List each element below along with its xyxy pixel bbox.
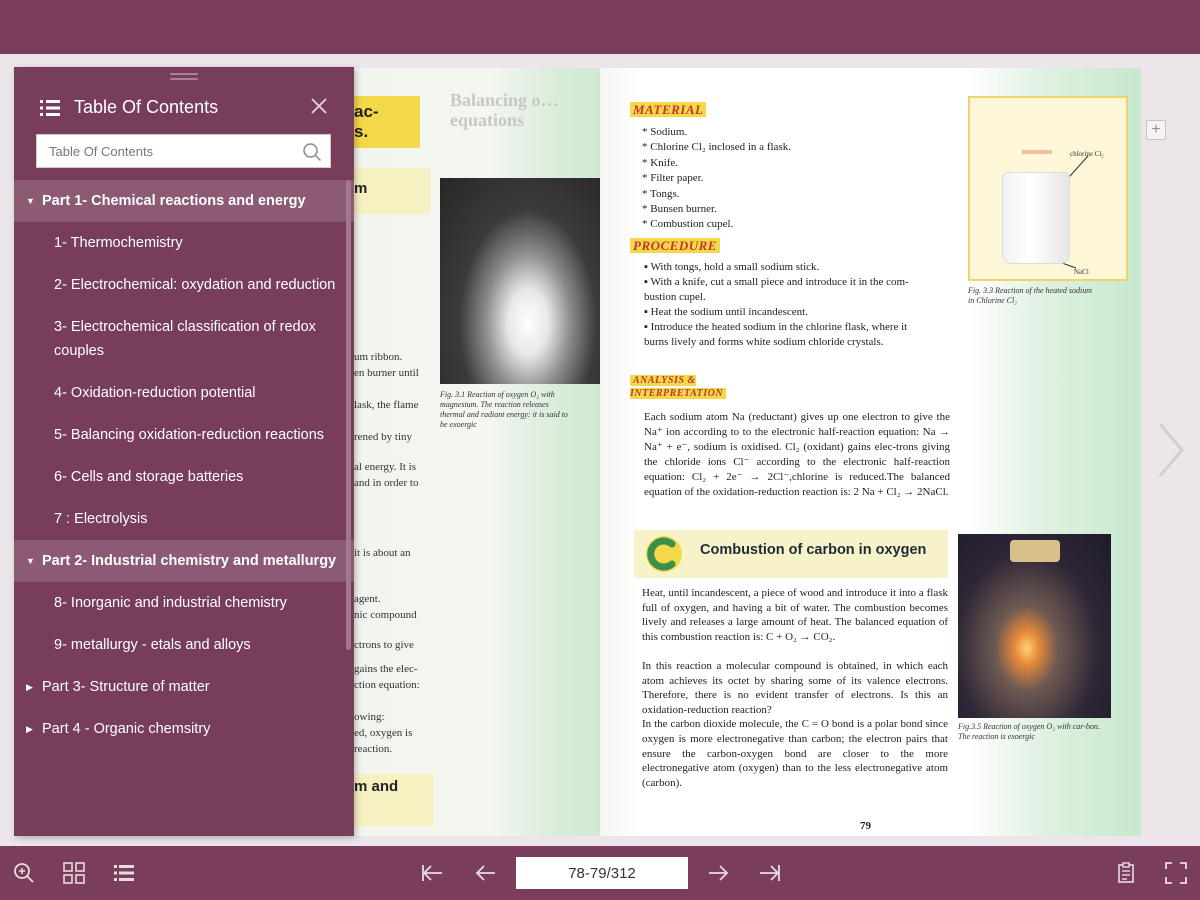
material-item: * Knife. xyxy=(642,156,679,169)
analysis-text: Each sodium atom Na (reductant) gives up… xyxy=(644,411,950,498)
text-fragment: and in order to xyxy=(354,477,419,489)
nacl-label: NaCl xyxy=(1074,268,1089,276)
page-heading-faded: Balancing o… equations xyxy=(450,90,559,130)
material-item: * Tongs. xyxy=(642,187,680,200)
search-icon[interactable] xyxy=(302,142,322,162)
toc-list: ▼ Part 1- Chemical reactions and energy 1-… xyxy=(14,180,354,830)
next-page-arrow-icon[interactable] xyxy=(1154,420,1188,480)
page-heading-fragment: ac- s. xyxy=(354,102,379,141)
toc-scrollbar[interactable] xyxy=(346,180,352,830)
text-fragment: en burner until xyxy=(354,367,419,379)
list-icon xyxy=(40,100,60,116)
next-page-icon[interactable] xyxy=(706,861,730,885)
first-page-icon[interactable] xyxy=(420,861,444,885)
thumbnails-grid-icon[interactable] xyxy=(62,861,86,885)
toc-search-input[interactable] xyxy=(37,135,287,167)
text-fragment: ction equation: xyxy=(354,679,420,691)
procedure-step: ▪ Heat the sodium until incandescent. xyxy=(644,306,808,318)
bottom-toolbar xyxy=(0,846,1200,900)
text-fragment: owing: xyxy=(354,711,385,723)
drag-handle[interactable] xyxy=(170,73,198,83)
page-indicator-input[interactable] xyxy=(516,857,688,889)
toc-part-label: Part 1- Chemical reactions and energy xyxy=(42,193,306,209)
toc-item[interactable]: 7 : Electrolysis xyxy=(14,498,354,540)
procedure-list: ▪ With tongs, hold a small sodium stick.… xyxy=(644,260,954,350)
combustion-text: Heat, until incandescent, a piece of woo… xyxy=(642,587,948,789)
section-c-icon xyxy=(646,536,682,572)
figure-caption: Fig. 3.1 Reaction of oxygen O₂ with magn… xyxy=(440,390,568,429)
chlorine-flask xyxy=(1002,172,1070,264)
section-heading-fragment: m and xyxy=(354,778,399,795)
subheading-fragment: m xyxy=(354,180,368,197)
toc-part[interactable]: ▼ Part 2- Industrial chemistry and metall… xyxy=(14,540,354,582)
toc-item[interactable]: 6- Cells and storage batteries xyxy=(14,456,354,498)
toc-item[interactable]: 9- metallurgy - etals and alloys xyxy=(14,624,354,666)
zoom-in-icon[interactable] xyxy=(12,861,36,885)
toc-part[interactable]: ▶ Part 3- Structure of matter xyxy=(14,666,354,708)
toc-item[interactable]: 5- Balancing oxidation-reduction reactio… xyxy=(14,414,354,456)
toc-title: Table Of Contents xyxy=(74,97,219,117)
toc-part[interactable]: ▼ Part 1- Chemical reactions and energy xyxy=(14,180,354,222)
analysis-label: ANALYSIS & INTERPRETATION xyxy=(630,374,740,400)
toc-item[interactable]: 3- Electrochemical classification of red… xyxy=(14,306,354,372)
materials-list: * Sodium. * Chlorine Cl₂ inclosed in a fl… xyxy=(642,125,791,233)
material-item: * Sodium. xyxy=(642,126,688,138)
toc-part[interactable]: ▶ Part 4 - Organic chemsitry xyxy=(14,708,354,750)
text-fragment: ed, oxygen is xyxy=(354,727,413,739)
material-item: * Filter paper. xyxy=(642,172,704,185)
caret-down-icon[interactable]: ▼ xyxy=(26,549,42,573)
caret-right-icon[interactable]: ▶ xyxy=(26,675,42,699)
text-fragment: um ribbon. xyxy=(354,351,403,363)
text-fragment: lask, the flame xyxy=(354,399,419,411)
toc-item[interactable]: 8- Inorganic and industrial chemistry xyxy=(14,582,354,624)
toc-item[interactable]: 4- Oxidation-reduction potential xyxy=(14,372,354,414)
text-fragment: ctrons to give xyxy=(354,639,414,651)
text-fragment: al energy. It is xyxy=(354,461,417,473)
procedure-step: ▪ Introduce the heated sodium in the chl… xyxy=(644,321,908,348)
combustion-title: Combustion of carbon in oxygen xyxy=(700,542,927,558)
magnesium-reaction-photo xyxy=(440,178,600,384)
toc-part-label: Part 3- Structure of matter xyxy=(42,679,210,695)
flask-cork xyxy=(1010,540,1060,562)
last-page-icon[interactable] xyxy=(758,861,782,885)
toc-list-icon[interactable] xyxy=(112,861,136,885)
carbon-combustion-photo xyxy=(958,534,1111,718)
text-fragment: rened by tiny xyxy=(354,431,413,443)
toc-item[interactable]: 2- Electrochemical: oxydation and reduct… xyxy=(14,264,354,306)
previous-page-icon[interactable] xyxy=(474,861,498,885)
scrollbar-thumb[interactable] xyxy=(346,180,351,650)
procedure-step: ▪ With a knife, cut a small piece and in… xyxy=(644,276,909,303)
book-page-right[interactable]: MATERIAL * Sodium. * Chlorine Cl₂ inclose… xyxy=(600,68,1141,836)
page-number: 79 xyxy=(860,820,871,832)
text-fragment: nic compound xyxy=(354,609,417,621)
figure-caption: Fig. 3.3 Reaction of the heated sodium i… xyxy=(968,286,1092,305)
top-bar xyxy=(0,0,1200,54)
text-fragment: agent. xyxy=(354,593,381,605)
material-label: MATERIAL xyxy=(630,102,707,118)
text-fragment: gains the elec- xyxy=(354,663,418,675)
book-page-left[interactable]: Balancing o… equations ac- s. m Fig. 3.1… xyxy=(352,68,600,836)
toc-part-label: Part 4 - Organic chemsitry xyxy=(42,721,211,737)
procedure-label: PROCEDURE xyxy=(630,238,720,254)
figure-caption: Fig.3.5 Reaction of oxygen O₂ with car-b… xyxy=(958,722,1100,741)
bookmark-notes-icon[interactable] xyxy=(1114,861,1138,885)
toc-part-label: Part 2- Industrial chemistry and metallu… xyxy=(42,553,337,569)
text-fragment: reaction. xyxy=(354,743,393,755)
add-bookmark-button[interactable]: + xyxy=(1146,120,1166,140)
caret-right-icon[interactable]: ▶ xyxy=(26,717,42,741)
fullscreen-icon[interactable] xyxy=(1164,861,1188,885)
sodium-chlorine-figure: chlorine Cl₂ NaCl xyxy=(968,96,1128,281)
material-item: * Chlorine Cl₂ inclosed in a flask. xyxy=(642,141,791,154)
table-of-contents-panel: Table Of Contents ▼Part 1- Chemical reac… xyxy=(14,67,354,836)
caret-down-icon[interactable]: ▼ xyxy=(26,189,42,213)
chlorine-label: chlorine Cl₂ xyxy=(1070,150,1104,158)
text-fragment: it is about an xyxy=(354,547,411,559)
close-icon[interactable] xyxy=(310,97,328,115)
procedure-step: ▪ With tongs, hold a small sodium stick. xyxy=(644,261,820,273)
material-item: * Combustion cupel. xyxy=(642,218,734,231)
material-item: * Bunsen burner. xyxy=(642,203,717,216)
toc-search-box xyxy=(36,134,331,168)
toc-item[interactable]: 1- Thermochemistry xyxy=(14,222,354,264)
